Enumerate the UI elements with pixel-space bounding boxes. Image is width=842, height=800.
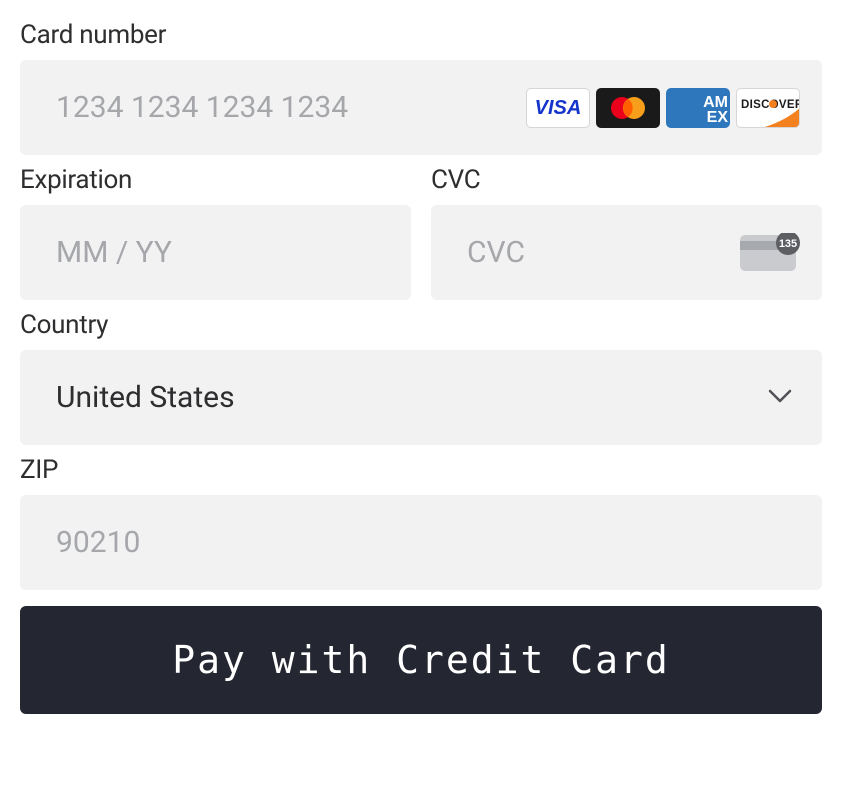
cvc-label: CVC — [431, 165, 822, 195]
expiration-input-wrap — [20, 205, 411, 300]
svg-text:VISA: VISA — [535, 98, 582, 118]
payment-form: Card number VISA A — [20, 20, 822, 714]
card-brand-icons: VISA AM EX — [526, 88, 800, 128]
country-select-wrap: United States — [20, 350, 822, 445]
card-number-label: Card number — [20, 20, 822, 50]
zip-field: ZIP — [20, 455, 822, 590]
cvc-input-wrap: 135 — [431, 205, 822, 300]
zip-input-wrap — [20, 495, 822, 590]
zip-input[interactable] — [20, 495, 822, 590]
visa-icon: VISA — [526, 88, 590, 128]
card-number-input-wrap: VISA AM EX — [20, 60, 822, 155]
country-select[interactable]: United States — [20, 350, 822, 445]
svg-text:EX: EX — [707, 109, 729, 126]
expiration-cvc-row: Expiration CVC 135 — [20, 165, 822, 300]
cvc-input[interactable] — [431, 205, 822, 300]
country-field: Country United States — [20, 310, 822, 445]
pay-button[interactable]: Pay with Credit Card — [20, 606, 822, 714]
amex-icon: AM EX — [666, 88, 730, 128]
expiration-field: Expiration — [20, 165, 411, 300]
zip-label: ZIP — [20, 455, 822, 485]
country-label: Country — [20, 310, 822, 340]
card-number-field: Card number VISA A — [20, 20, 822, 155]
discover-icon: DISCOVER — [736, 88, 800, 128]
expiration-input[interactable] — [20, 205, 411, 300]
expiration-label: Expiration — [20, 165, 411, 195]
cvc-field: CVC 135 — [431, 165, 822, 300]
mastercard-icon — [596, 88, 660, 128]
